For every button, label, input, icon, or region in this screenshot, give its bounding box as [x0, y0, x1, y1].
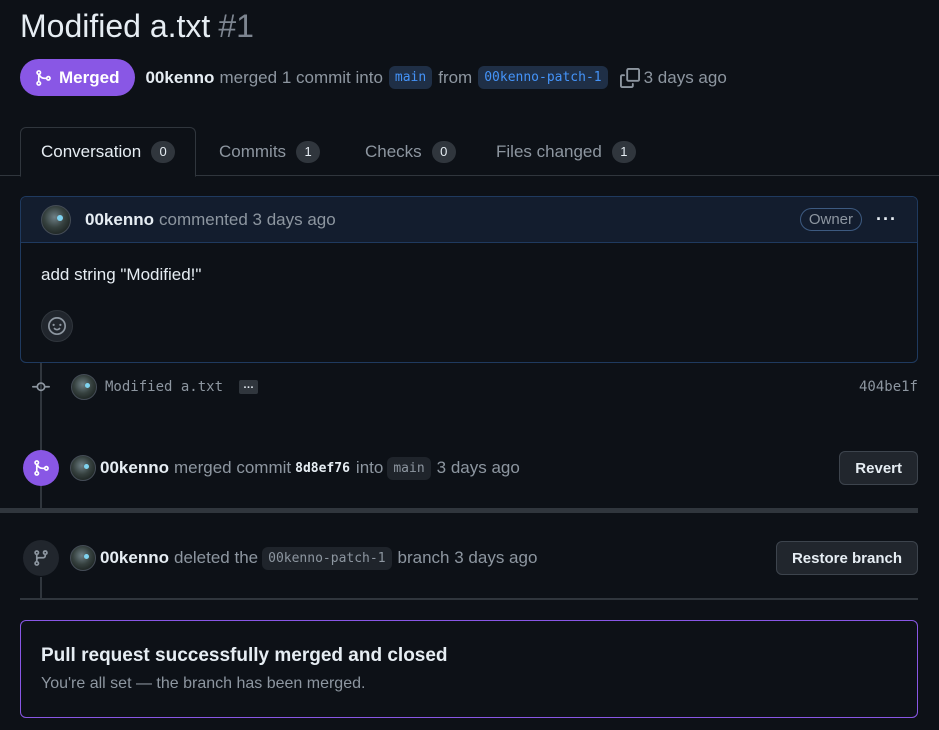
- tab-counter: 1: [611, 140, 636, 163]
- avatar[interactable]: [41, 204, 71, 235]
- merged-state-label: Merged: [59, 67, 120, 87]
- git-commit-icon: [20, 378, 62, 396]
- comment-author-link[interactable]: 00kenno: [85, 210, 154, 230]
- kebab-menu-icon[interactable]: ···: [876, 209, 897, 230]
- tab-files-changed[interactable]: Files changed 1: [476, 127, 656, 176]
- tab-counter: 0: [151, 141, 176, 163]
- add-reaction-button[interactable]: [41, 310, 73, 342]
- timeline-delete-branch-event: 00kenno deleted the 00kenno-patch-1 bran…: [20, 538, 918, 578]
- comment-header: 00kenno commented 3 days ago Owner ···: [21, 197, 917, 243]
- tab-label: Conversation: [41, 142, 142, 161]
- commit-sha-link[interactable]: 404be1f: [859, 379, 918, 395]
- timeline-divider: [20, 598, 918, 600]
- git-branch-icon: [23, 540, 59, 576]
- merge-author-link[interactable]: 00kenno: [100, 458, 169, 478]
- tab-label: Checks: [365, 141, 422, 161]
- pr-author-link[interactable]: 00kenno: [145, 68, 214, 88]
- tab-label: Commits: [219, 141, 287, 161]
- delete-author-link[interactable]: 00kenno: [100, 548, 169, 568]
- smiley-icon: [48, 317, 66, 335]
- tab-counter: 0: [431, 140, 456, 163]
- tab-counter: 1: [296, 140, 321, 163]
- avatar[interactable]: [71, 374, 97, 400]
- git-merge-icon: [36, 69, 51, 86]
- merged-status-heading: Pull request successfully merged and clo…: [41, 645, 448, 666]
- git-merge-icon: [23, 450, 59, 486]
- comment-action-text: commented 3 days ago: [158, 209, 336, 229]
- tab-conversation[interactable]: Conversation 0: [20, 127, 197, 177]
- comment-body: add string "Modified!": [41, 265, 202, 284]
- tab-label: Files changed: [496, 141, 602, 161]
- tab-checks[interactable]: Checks 0: [345, 127, 476, 176]
- timeline-commit-item: Modified a.txt … 404be1f: [20, 372, 918, 402]
- pr-title: Modified a.txt #1: [20, 8, 254, 45]
- revert-button[interactable]: Revert: [839, 451, 918, 485]
- commit-message-link[interactable]: Modified a.txt: [105, 379, 223, 395]
- pr-tabs: Conversation 0 Commits 1 Checks 0 Files …: [0, 127, 939, 177]
- pr-title-text: Modified a.txt: [20, 8, 211, 44]
- delete-event-suffix: branch 3 days ago: [397, 548, 538, 567]
- merge-event-text: merged commit: [173, 458, 292, 477]
- merged-status-subtext: You're all set — the branch has been mer…: [41, 675, 366, 692]
- into-text: into: [355, 458, 384, 477]
- expand-commit-button[interactable]: …: [239, 380, 259, 394]
- from-text: from: [438, 67, 473, 87]
- copy-icon[interactable]: [619, 67, 640, 88]
- avatar[interactable]: [70, 545, 96, 571]
- merge-summary-text: merged 1 commit into: [219, 67, 383, 87]
- delete-event-text: deleted the: [173, 548, 259, 567]
- timeline-merge-event: 00kenno merged commit 8d8ef76 into main …: [20, 448, 918, 488]
- merged-state-badge: Merged: [20, 59, 136, 96]
- avatar[interactable]: [70, 455, 96, 481]
- merge-commit-sha-link[interactable]: 8d8ef76: [295, 461, 350, 476]
- pr-status-row: Merged 00kenno merged 1 commit into main…: [20, 59, 727, 96]
- deleted-branch-label: 00kenno-patch-1: [262, 546, 392, 570]
- restore-branch-button[interactable]: Restore branch: [775, 541, 918, 575]
- tab-commits[interactable]: Commits 1: [199, 127, 340, 176]
- pr-number: #1: [218, 8, 254, 44]
- merge-time: 3 days ago: [436, 458, 520, 477]
- timeline-line: [40, 486, 42, 508]
- base-branch-label[interactable]: main: [388, 66, 433, 89]
- owner-badge: Owner: [799, 208, 863, 231]
- merged-status-box: Pull request successfully merged and clo…: [20, 620, 918, 718]
- comment-box: 00kenno commented 3 days ago Owner ··· a…: [20, 196, 918, 363]
- timeline-line: [40, 577, 42, 598]
- head-branch-label[interactable]: 00kenno-patch-1: [478, 66, 608, 89]
- merge-target-branch[interactable]: main: [387, 456, 431, 480]
- timeline-divider: [0, 508, 918, 513]
- pr-time: 3 days ago: [643, 67, 727, 87]
